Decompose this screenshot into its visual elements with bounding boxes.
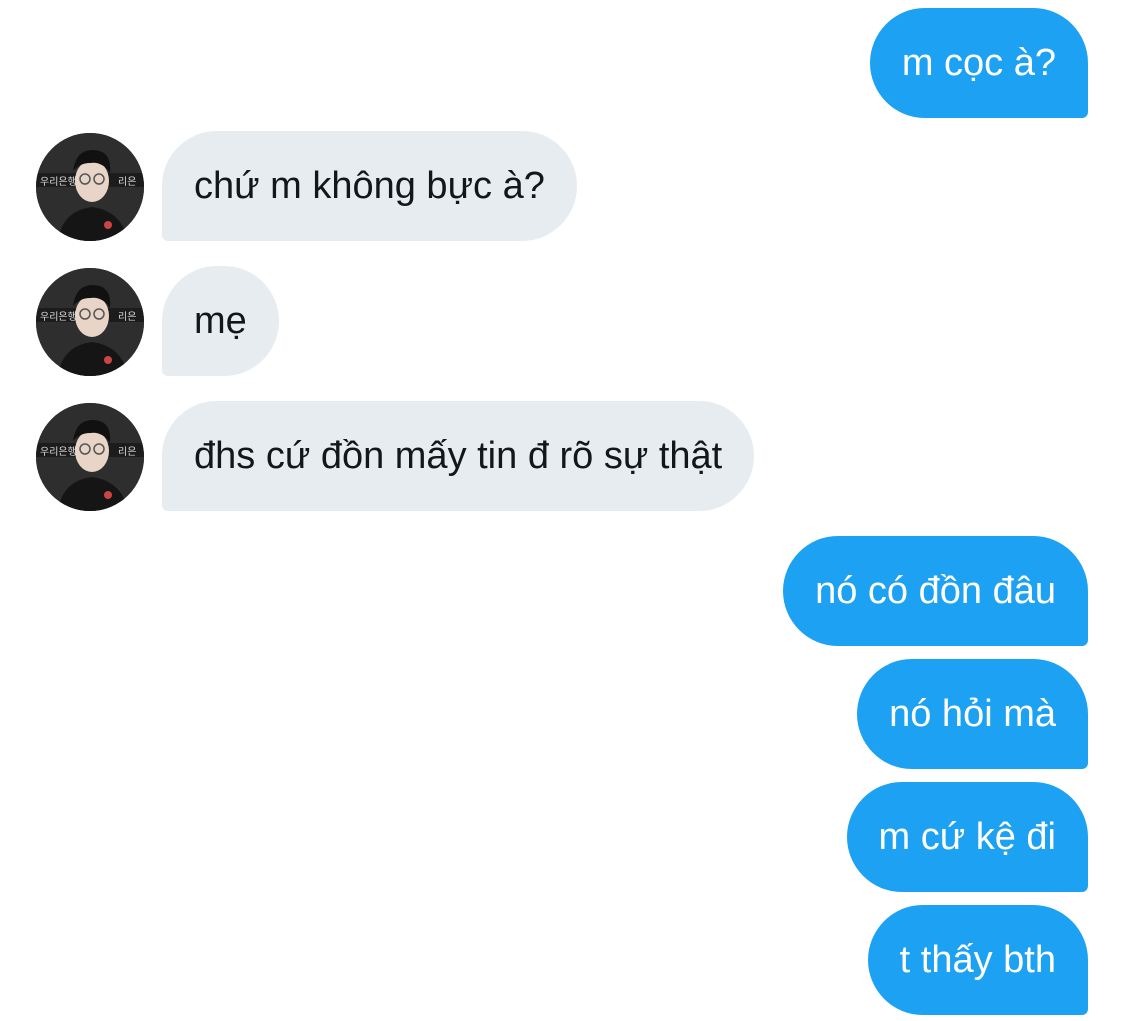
user-avatar[interactable]: 우리은행 리은: [36, 133, 144, 241]
user-avatar[interactable]: 우리은행 리은: [36, 403, 144, 511]
message-row-incoming: 우리은행 리은 đhs cứ đồn mấy tin đ rõ sự thật: [0, 401, 1125, 511]
incoming-message-bubble[interactable]: đhs cứ đồn mấy tin đ rõ sự thật: [162, 401, 755, 511]
outgoing-message-bubble[interactable]: nó hỏi mà: [857, 659, 1088, 769]
message-row-outgoing: m cọc à?: [0, 8, 1125, 118]
message-row-outgoing: nó hỏi mà: [0, 659, 1125, 769]
svg-text:우리은행: 우리은행: [40, 176, 77, 188]
message-row-incoming: 우리은행 리은 chứ m không bực à?: [0, 131, 1125, 241]
outgoing-message-bubble[interactable]: nó có đồn đâu: [783, 536, 1088, 646]
outgoing-message-bubble[interactable]: t thấy bth: [867, 905, 1088, 1015]
outgoing-message-bubble[interactable]: m cứ kệ đi: [846, 782, 1088, 892]
message-row-outgoing: nó có đồn đâu: [0, 536, 1125, 646]
user-avatar[interactable]: 우리은행 리은: [36, 268, 144, 376]
svg-text:리은: 리은: [118, 311, 136, 323]
incoming-message-bubble[interactable]: chứ m không bực à?: [162, 131, 577, 241]
svg-text:리은: 리은: [118, 176, 136, 188]
avatar-photo-icon: 우리은행 리은: [36, 268, 144, 376]
message-row-incoming: 우리은행 리은 mẹ: [0, 266, 1125, 376]
outgoing-message-bubble[interactable]: m cọc à?: [869, 8, 1088, 118]
avatar-photo-icon: 우리은행 리은: [36, 403, 144, 511]
avatar-photo-icon: 우리은행 리은: [36, 133, 144, 241]
incoming-message-bubble[interactable]: mẹ: [162, 266, 279, 376]
message-row-outgoing: m cứ kệ đi: [0, 782, 1125, 892]
message-row-outgoing: t thấy bth: [0, 905, 1125, 1015]
svg-text:우리은행: 우리은행: [40, 311, 77, 323]
svg-text:리은: 리은: [118, 446, 136, 458]
svg-text:우리은행: 우리은행: [40, 446, 77, 458]
